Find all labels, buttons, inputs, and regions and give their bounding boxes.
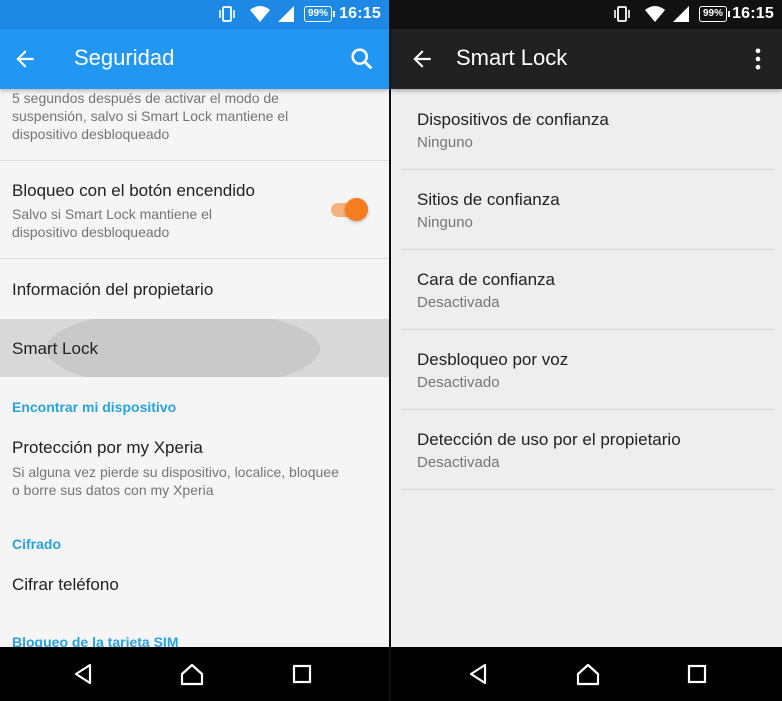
- divider: [401, 409, 774, 410]
- signal-icon: [673, 6, 689, 22]
- app-bar: Seguridad: [0, 29, 389, 89]
- divider: [0, 160, 389, 161]
- section-header-find-device: Encontrar mi dispositivo: [12, 399, 177, 415]
- encrypt-phone-item[interactable]: Cifrar teléfono: [12, 575, 119, 595]
- voice-unlock-item[interactable]: Desbloqueo por voz Desactivado: [417, 350, 568, 392]
- navigation-bar: [0, 647, 389, 701]
- battery-icon: 99%: [304, 6, 335, 22]
- power-lock-sub-line2: dispositivo desbloqueado: [12, 224, 170, 240]
- divider: [401, 329, 774, 330]
- smart-lock-list: Dispositivos de confianza Ninguno Sitios…: [391, 89, 782, 647]
- back-arrow-icon[interactable]: [12, 46, 38, 72]
- list-item-title: Cara de confianza: [417, 270, 555, 289]
- status-bar: 99% 16:15: [391, 0, 782, 29]
- nav-recents-icon[interactable]: [288, 660, 316, 688]
- divider: [0, 258, 389, 259]
- more-vert-icon[interactable]: [744, 45, 772, 73]
- vibrate-icon: [219, 6, 235, 22]
- nav-recents-icon[interactable]: [683, 660, 711, 688]
- nav-back-icon[interactable]: [70, 660, 98, 688]
- list-item-sub: Desactivado: [417, 374, 500, 391]
- trusted-devices-item[interactable]: Dispositivos de confianza Ninguno: [417, 110, 609, 152]
- wifi-icon: [250, 6, 270, 22]
- status-time: 16:15: [339, 5, 381, 22]
- list-item-title: Sitios de confianza: [417, 190, 560, 209]
- list-item-title: Dispositivos de confianza: [417, 110, 609, 129]
- list-item-title: Detección de uso por el propietario: [417, 430, 681, 449]
- power-lock-toggle[interactable]: [345, 198, 368, 221]
- navigation-bar: [391, 647, 782, 701]
- smart-lock-label: Smart Lock: [12, 339, 98, 358]
- lock-timeout-desc-line1: 5 segundos después de activar el modo de: [12, 90, 279, 106]
- list-item-sub: Ninguno: [417, 134, 473, 151]
- power-button-lock-item[interactable]: Bloqueo con el botón encendido Salvo si …: [12, 181, 329, 241]
- lock-timeout-desc-line2: suspensión, salvo si Smart Lock mantiene…: [12, 108, 289, 124]
- list-item-sub: Desactivada: [417, 454, 500, 471]
- power-lock-title: Bloqueo con el botón encendido: [12, 181, 255, 200]
- power-lock-sub-line1: Salvo si Smart Lock mantiene el: [12, 206, 212, 222]
- xperia-sub-line2: o borre sus datos con my Xperia: [12, 482, 214, 498]
- lock-timeout-item[interactable]: 5 segundos después de activar el modo de…: [12, 89, 377, 143]
- status-time: 16:15: [732, 5, 774, 22]
- xperia-title: Protección por my Xperia: [12, 438, 203, 457]
- signal-icon: [278, 6, 294, 22]
- list-item-sub: Ninguno: [417, 214, 473, 231]
- settings-list: 5 segundos después de activar el modo de…: [0, 89, 389, 647]
- section-header-cipher: Cifrado: [12, 536, 61, 552]
- page-title: Smart Lock: [456, 45, 568, 70]
- nav-home-icon[interactable]: [574, 660, 602, 688]
- lock-timeout-desc-line3: dispositivo desbloqueado: [12, 126, 170, 142]
- divider: [401, 169, 774, 170]
- smart-lock-screen: 99% 16:15 Smart Lock Dispositivos de con…: [391, 0, 782, 701]
- owner-info-item[interactable]: Información del propietario: [12, 280, 213, 300]
- on-body-detection-item[interactable]: Detección de uso por el propietario Desa…: [417, 430, 681, 472]
- trusted-places-item[interactable]: Sitios de confianza Ninguno: [417, 190, 560, 232]
- vibrate-icon: [614, 6, 630, 22]
- section-header-sim-lock: Bloqueo de la tarjeta SIM: [12, 634, 179, 647]
- page-title: Seguridad: [74, 45, 175, 70]
- status-bar: 99% 16:15: [0, 0, 389, 29]
- trusted-face-item[interactable]: Cara de confianza Desactivada: [417, 270, 555, 312]
- battery-icon: 99%: [699, 6, 730, 22]
- nav-home-icon[interactable]: [178, 660, 206, 688]
- back-arrow-icon[interactable]: [409, 46, 435, 72]
- app-bar: Smart Lock: [391, 29, 782, 89]
- divider: [401, 489, 774, 490]
- security-settings-screen: 99% 16:15 Seguridad 5 segundos después d…: [0, 0, 389, 701]
- smart-lock-item[interactable]: Smart Lock: [0, 319, 389, 377]
- divider: [401, 249, 774, 250]
- wifi-icon: [645, 6, 665, 22]
- list-item-sub: Desactivada: [417, 294, 500, 311]
- xperia-protection-item[interactable]: Protección por my Xperia Si alguna vez p…: [12, 438, 379, 499]
- search-icon[interactable]: [348, 45, 376, 73]
- nav-back-icon[interactable]: [465, 660, 493, 688]
- xperia-sub-line1: Si alguna vez pierde su dispositivo, loc…: [12, 464, 339, 480]
- list-item-title: Desbloqueo por voz: [417, 350, 569, 369]
